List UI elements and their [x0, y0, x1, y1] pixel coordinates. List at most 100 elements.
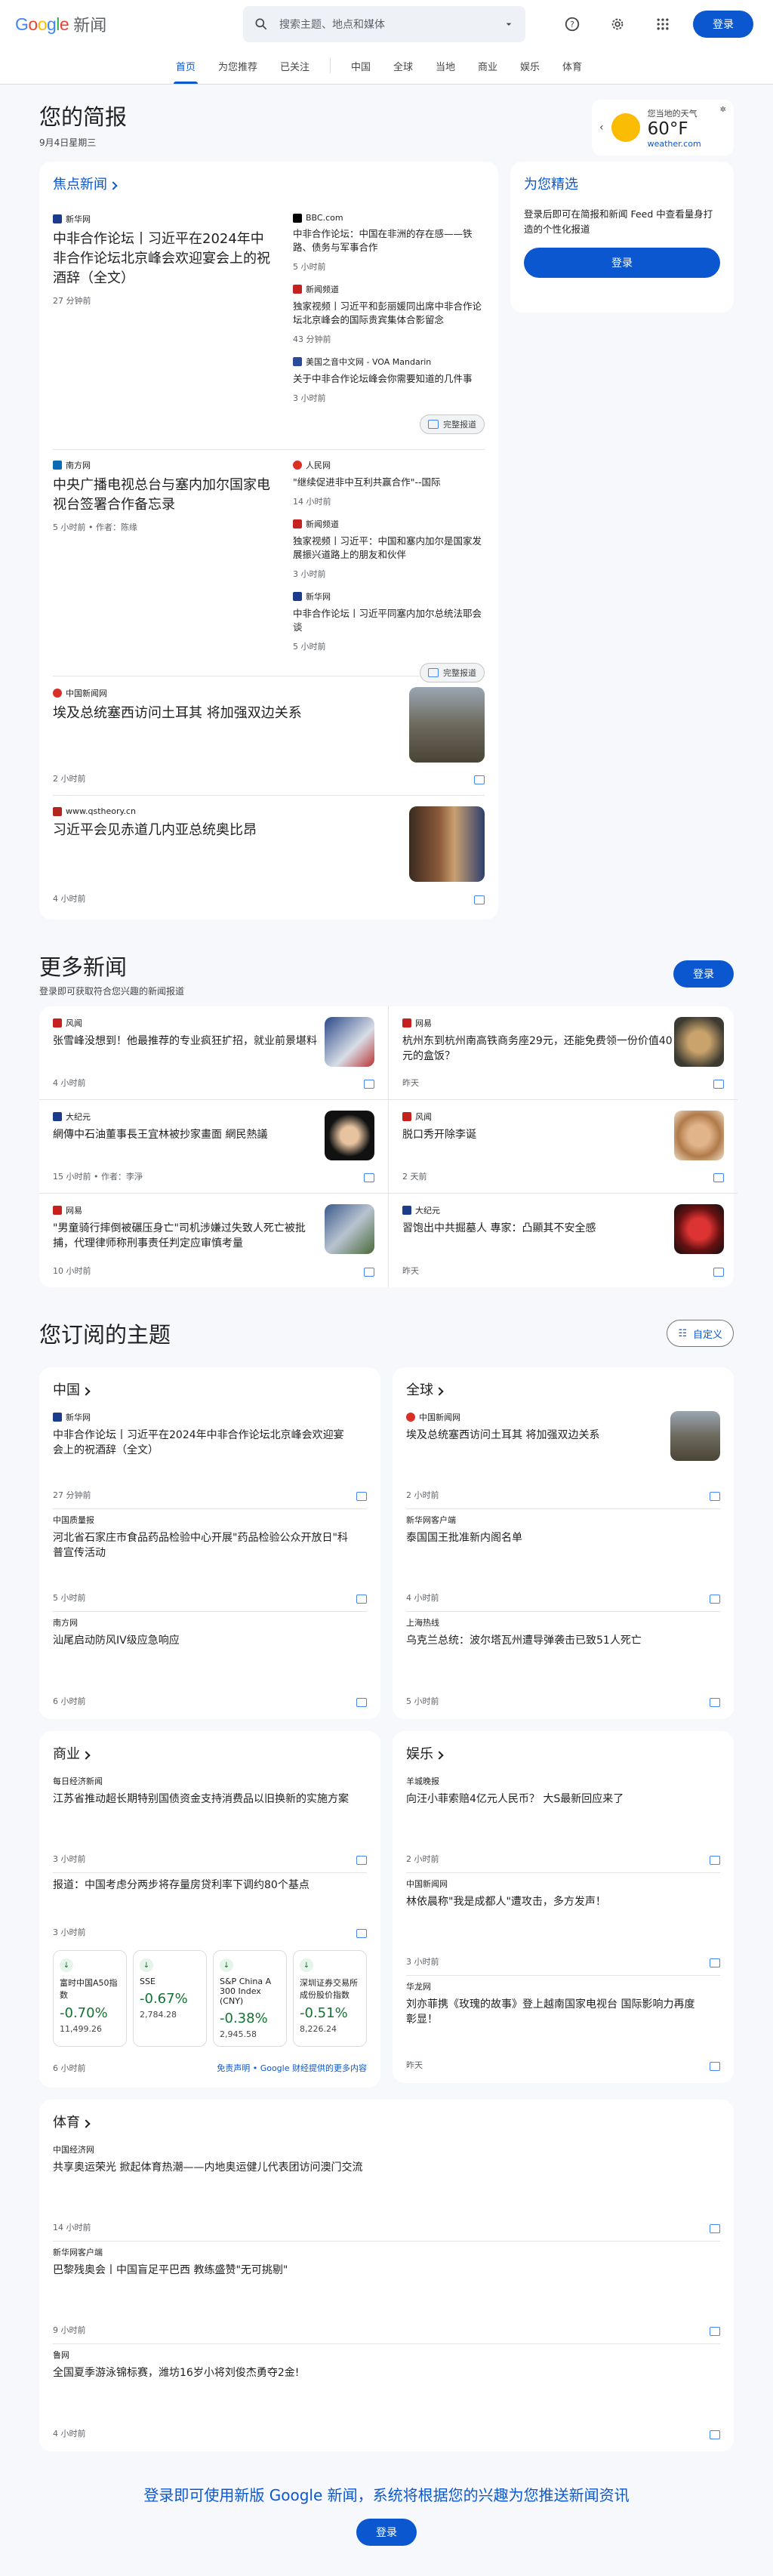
full-coverage-icon[interactable]: [474, 895, 485, 904]
headline-link[interactable]: 江苏省推动超长期特别国债资金支持消费品以旧换新的实施方案: [53, 1792, 356, 1807]
tab-business[interactable]: 商业: [467, 48, 509, 84]
full-coverage-icon[interactable]: [710, 1856, 720, 1865]
full-coverage-icon[interactable]: [710, 2430, 720, 2439]
picks-signin-button[interactable]: 登录: [524, 248, 720, 278]
full-coverage-button[interactable]: 完整报道: [420, 663, 485, 683]
full-coverage-icon[interactable]: [710, 1698, 720, 1707]
headline-link[interactable]: 中非合作论坛丨习近平在2024年中非合作论坛北京峰会欢迎宴会上的祝酒辞（全文）: [53, 1428, 356, 1458]
headline-link[interactable]: 林依晨称"我是成都人"遭攻击，多方发声！: [406, 1894, 710, 1909]
full-coverage-button[interactable]: 完整报道: [420, 414, 485, 434]
topic-title-link[interactable]: 娱乐: [406, 1736, 720, 1770]
full-coverage-icon[interactable]: [710, 1958, 720, 1967]
full-coverage-icon[interactable]: [356, 1698, 367, 1707]
full-coverage-icon[interactable]: [713, 1173, 724, 1182]
full-coverage-icon[interactable]: [710, 2224, 720, 2233]
stock-card[interactable]: ↓ SSE -0.67% 2,784.28: [133, 1950, 207, 2047]
tab-world[interactable]: 全球: [382, 48, 424, 84]
headline-link[interactable]: 独家视频丨习近平和彭丽媛同出席中非合作论坛北京峰会的国际贵宾集体合影留念: [293, 300, 485, 327]
full-coverage-icon[interactable]: [356, 1929, 367, 1938]
headline-link[interactable]: 中非合作论坛丨习近平在2024年中非合作论坛北京峰会欢迎宴会上的祝酒辞（全文）: [53, 230, 275, 288]
story-thumbnail[interactable]: [674, 1017, 724, 1067]
headline-link[interactable]: 习近平会见赤道几内亚总统奥比昂: [53, 821, 257, 840]
stock-card[interactable]: ↓ 富时中国A50指数 -0.70% 11,499.26: [53, 1950, 127, 2047]
finance-disclaimer-link[interactable]: 免责声明 • Google 财经提供的更多内容: [217, 2062, 367, 2074]
full-coverage-icon[interactable]: [710, 2327, 720, 2336]
settings-gear-icon[interactable]: [602, 9, 633, 39]
headline-link[interactable]: 全国夏季游泳锦标赛，潍坊16岁小将刘俊杰勇夺2金!: [53, 2365, 710, 2380]
headline-link[interactable]: 杭州东到杭州南高铁商务座29元，还能免费领一份价值40元的盒饭？: [402, 1034, 674, 1064]
more-news-signin-button[interactable]: 登录: [673, 960, 734, 988]
topic-name[interactable]: 中国: [53, 1382, 80, 1398]
headline-link[interactable]: 中非合作论坛丨习近平同塞内加尔总统法耶会谈: [293, 607, 485, 634]
headline-link[interactable]: 刘亦菲携《玫瑰的故事》登上越南国家电视台 国际影响力再度彰显！: [406, 1997, 710, 2027]
google-news-logo[interactable]: Google 新闻: [15, 12, 106, 36]
headline-link[interactable]: 網傳中石油董事長王宜林被抄家畫面 網民熱議: [53, 1127, 325, 1142]
full-coverage-icon[interactable]: [364, 1173, 374, 1182]
full-coverage-icon[interactable]: [356, 1492, 367, 1501]
weather-settings-icon[interactable]: ✲: [720, 106, 726, 114]
tab-for-you[interactable]: 为您推荐: [207, 48, 269, 84]
picks-title[interactable]: 为您精选: [524, 174, 720, 193]
topic-title-link[interactable]: 全球: [406, 1372, 720, 1407]
footer-signin-button[interactable]: 登录: [356, 2519, 417, 2546]
search-box[interactable]: 搜索主题、地点和媒体: [243, 6, 525, 42]
story-thumbnail[interactable]: [325, 1017, 374, 1067]
weather-source-link[interactable]: weather.com: [648, 139, 701, 149]
apps-grid-icon[interactable]: [648, 9, 678, 39]
headline-link[interactable]: "男童骑行摔倒被碾压身亡"司机涉嫌过失致人死亡被批捕，代理律师称刑事责任判定应审…: [53, 1221, 325, 1251]
search-placeholder[interactable]: 搜索主题、地点和媒体: [279, 17, 492, 32]
headline-link[interactable]: 埃及总统塞西访问土耳其 将加强双边关系: [406, 1428, 670, 1443]
weather-widget[interactable]: ‹ 您当地的天气 60°F weather.com ✲: [592, 100, 734, 156]
tab-following[interactable]: 已关注: [269, 48, 321, 84]
tab-local[interactable]: 当地: [424, 48, 467, 84]
headline-link[interactable]: 脱口秀开除李诞: [402, 1127, 674, 1142]
full-coverage-icon[interactable]: [356, 1856, 367, 1865]
headline-link[interactable]: 巴黎残奥会丨中国盲足平巴西 教练盛赞"无可挑剔": [53, 2263, 710, 2278]
headline-link[interactable]: 習饱出中共掘墓人 專家：凸顯其不安全感: [402, 1221, 674, 1236]
topic-name[interactable]: 娱乐: [406, 1746, 433, 1762]
topic-title-link[interactable]: 中国: [53, 1372, 367, 1407]
headline-link[interactable]: 泰国国王批准新内阁名单: [406, 1530, 710, 1545]
story-thumbnail[interactable]: [674, 1204, 724, 1254]
story-thumbnail[interactable]: [325, 1111, 374, 1160]
story-thumbnail[interactable]: [409, 687, 485, 763]
headline-link[interactable]: 报道：中国考虑分两步将存量房贷利率下调约80个基点: [53, 1878, 356, 1893]
story-thumbnail[interactable]: [409, 806, 485, 882]
topic-title-link[interactable]: 体育: [53, 2104, 720, 2139]
full-coverage-icon[interactable]: [713, 1268, 724, 1277]
top-stories-label[interactable]: 焦点新闻: [53, 177, 107, 193]
topic-name[interactable]: 体育: [53, 2115, 80, 2131]
topic-title-link[interactable]: 商业: [53, 1736, 367, 1770]
full-coverage-icon[interactable]: [710, 2062, 720, 2071]
full-coverage-icon[interactable]: [474, 775, 485, 784]
stock-card[interactable]: ↓ S&P China A 300 Index (CNY) -0.38% 2,945.…: [213, 1950, 287, 2047]
full-coverage-icon[interactable]: [364, 1080, 374, 1089]
full-coverage-icon[interactable]: [356, 1595, 367, 1604]
headline-link[interactable]: 向汪小菲索赔4亿元人民币？ 大S最新回应来了: [406, 1792, 710, 1807]
headline-link[interactable]: 关于中非合作论坛峰会你需要知道的几件事: [293, 372, 485, 386]
customize-button[interactable]: ☷ 自定义: [667, 1320, 734, 1347]
headline-link[interactable]: 中非合作论坛：中国在非洲的存在感——铁路、债务与军事合作: [293, 227, 485, 254]
headline-link[interactable]: 河北省石家庄市食品药品检验中心开展"药品检验公众开放日"科普宣传活动: [53, 1530, 356, 1561]
search-icon[interactable]: [254, 17, 269, 32]
headline-link[interactable]: "继续促进非中互利共赢合作"--国际: [293, 476, 485, 489]
full-coverage-icon[interactable]: [710, 1595, 720, 1604]
full-coverage-icon[interactable]: [710, 1492, 720, 1501]
tab-entertainment[interactable]: 娱乐: [509, 48, 551, 84]
top-stories-link[interactable]: 焦点新闻: [53, 166, 485, 204]
stock-card[interactable]: ↓ 深圳证券交易所成份股价指数 -0.51% 8,226.24: [293, 1950, 367, 2047]
topic-name[interactable]: 商业: [53, 1746, 80, 1762]
tab-china[interactable]: 中国: [340, 48, 382, 84]
headline-link[interactable]: 乌克兰总统：波尔塔瓦州遭导弹袭击已致51人死亡: [406, 1633, 710, 1648]
headline-link[interactable]: 独家视频丨习近平：中国和塞内加尔是国家发展振兴道路上的朋友和伙伴: [293, 535, 485, 562]
chevron-left-icon[interactable]: ‹: [599, 122, 604, 134]
headline-link[interactable]: 埃及总统塞西访问土耳其 将加强双边关系: [53, 704, 302, 723]
full-coverage-icon[interactable]: [364, 1268, 374, 1277]
headline-link[interactable]: 中央广播电视总台与塞内加尔国家电视台签署合作备忘录: [53, 476, 275, 515]
story-thumbnail[interactable]: [674, 1111, 724, 1160]
tab-home[interactable]: 首页: [165, 48, 207, 84]
headline-link[interactable]: 汕尾启动防风IV级应急响应: [53, 1633, 356, 1648]
help-icon[interactable]: ?: [557, 9, 587, 39]
story-thumbnail[interactable]: [670, 1411, 720, 1461]
full-coverage-icon[interactable]: [713, 1080, 724, 1089]
